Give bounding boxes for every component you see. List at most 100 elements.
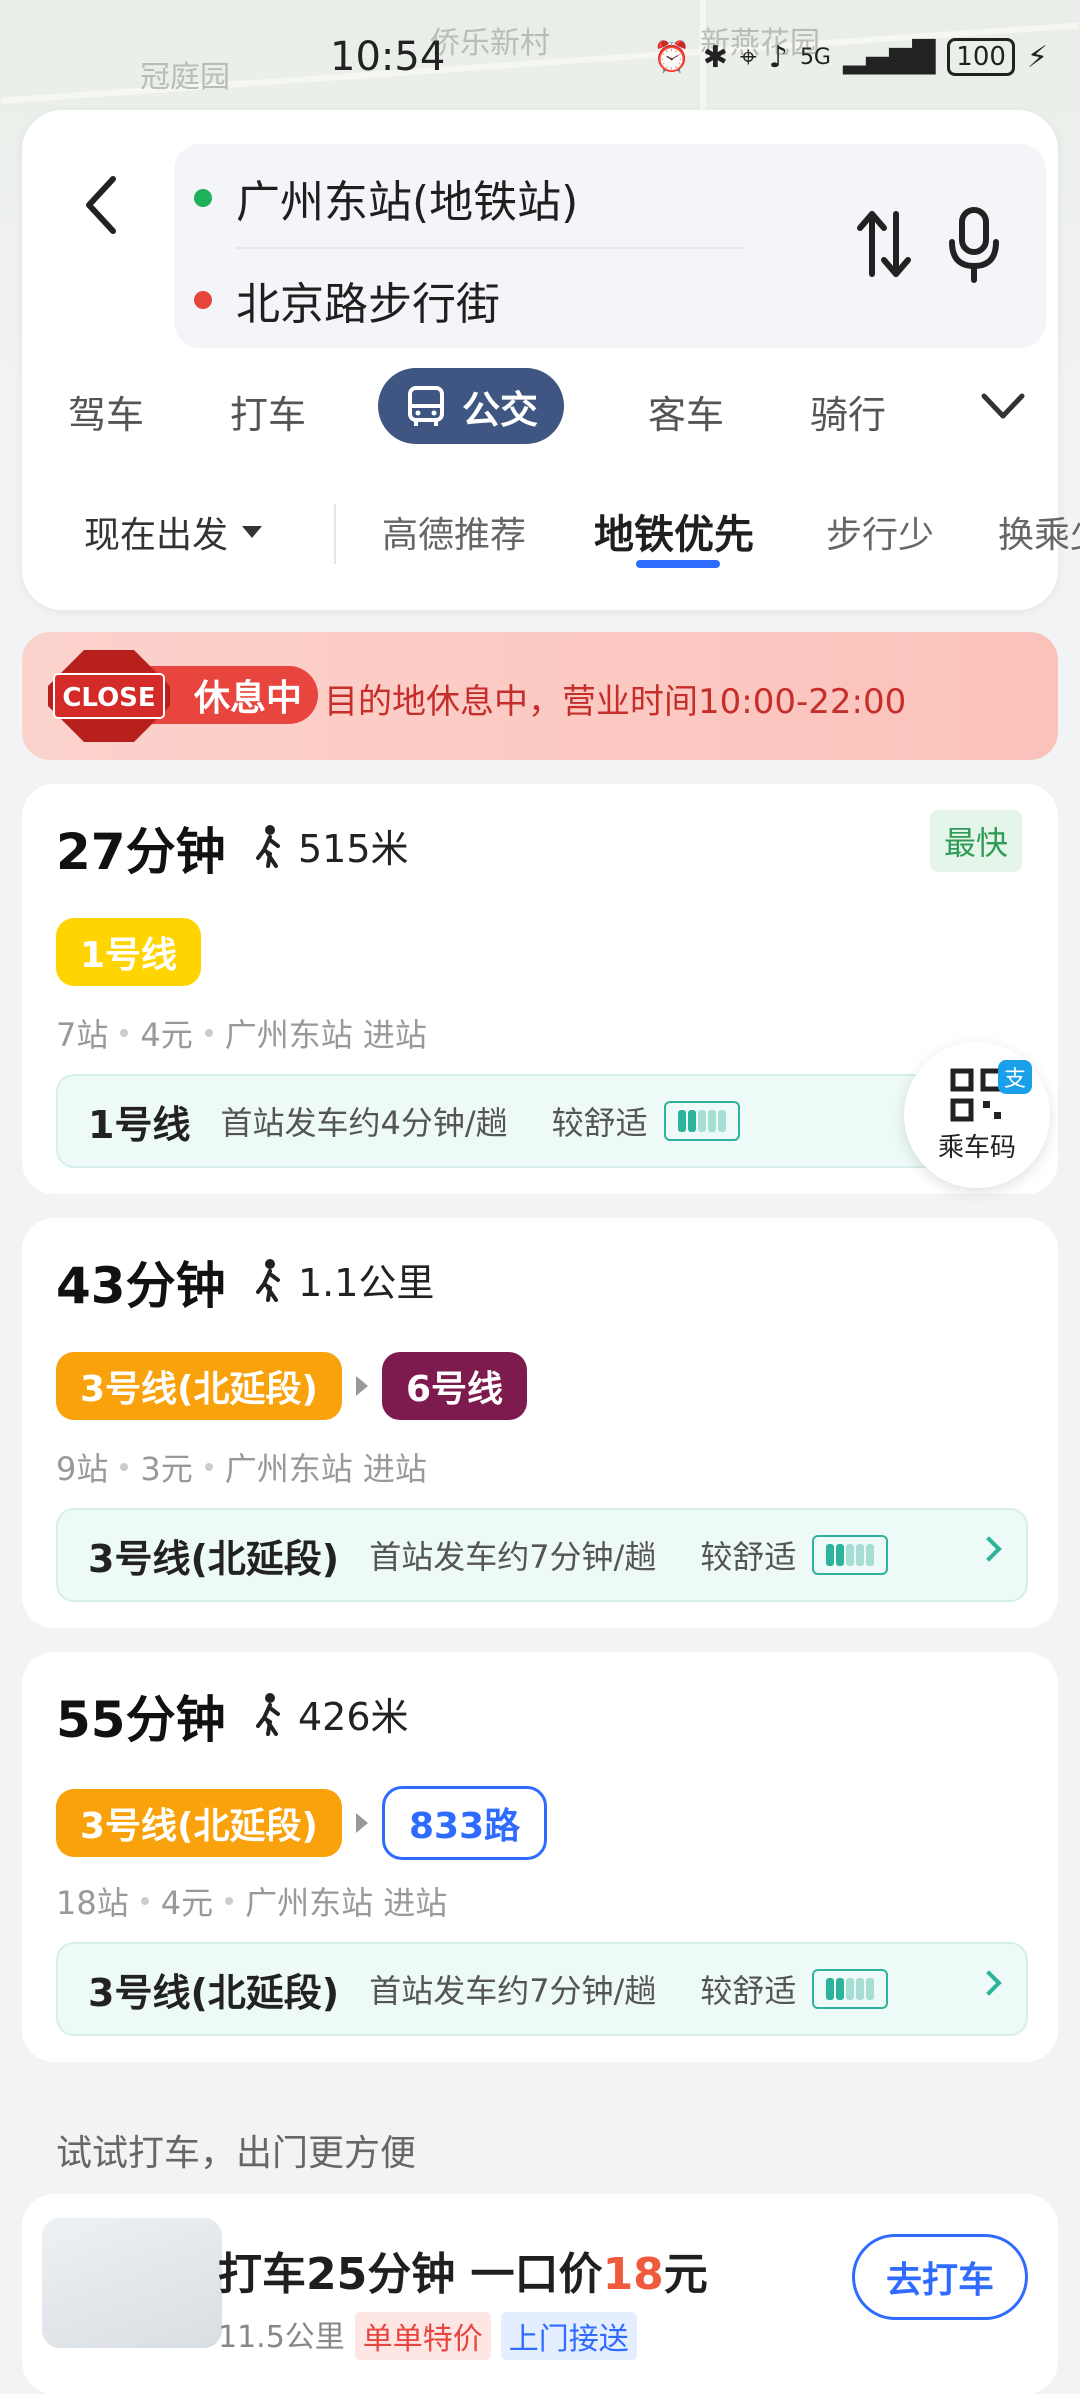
frequency: 首站发车约7分钟/趟	[369, 1972, 657, 2010]
swap-icon[interactable]	[854, 204, 914, 284]
route-option-card[interactable]: 55分钟 426米 3号线(北延段) 833路 18站 4元 广州东站 进站 3…	[22, 1652, 1058, 2062]
station-count: 7站	[56, 1016, 109, 1054]
taxi-subinfo: 11.5公里 单单特价 上门接送	[218, 2312, 637, 2360]
line-chips: 1号线	[56, 918, 202, 986]
tab-bike[interactable]: 骑行	[810, 384, 886, 439]
line-chip: 6号线	[381, 1352, 528, 1420]
origin-field[interactable]: 广州东站(地铁站)	[194, 166, 578, 230]
closed-status-label: 休息中	[194, 678, 303, 719]
filter-recommended[interactable]: 高德推荐	[382, 506, 526, 558]
closed-message: 目的地休息中，营业时间10:00-22:00	[324, 682, 907, 722]
route-option-card[interactable]: 43分钟 1.1公里 3号线(北延段) 6号线 9站 3元 广州东站 进站 3号…	[22, 1218, 1058, 1628]
fare: 3元	[140, 1450, 193, 1488]
active-filter-indicator	[636, 560, 720, 568]
route-duration: 55分钟	[56, 1691, 226, 1749]
line-chips: 3号线(北延段) 833路	[56, 1786, 548, 1860]
microphone-icon[interactable]	[944, 204, 1004, 284]
tab-taxi[interactable]: 打车	[230, 384, 306, 439]
divider	[236, 247, 746, 249]
entry-station: 广州东站 进站	[224, 1450, 427, 1488]
taxi-hint: 试试打车，出门更方便	[56, 2133, 417, 2174]
walking-icon	[256, 824, 280, 868]
entry-station: 广州东站 进站	[245, 1884, 448, 1922]
line-detail-row[interactable]: 1号线 首站发车约4分钟/趟 较舒适	[56, 1074, 1028, 1168]
chevron-left-icon	[86, 176, 116, 234]
entry-station: 广州东站 进站	[224, 1016, 427, 1054]
ride-qr-code-button[interactable]: 支 乘车码	[904, 1042, 1050, 1188]
detail-line-name: 1号线	[88, 1102, 191, 1147]
route-search-card: 广州东站(地铁站) 北京路步行街 驾车 打车 公交 客车 骑行 现在出发 高德推…	[22, 110, 1080, 610]
walking-icon	[256, 1692, 280, 1736]
filter-less-walking[interactable]: 步行少	[826, 506, 934, 558]
car-image	[42, 2218, 222, 2348]
transfer-arrow-icon	[355, 1813, 368, 1833]
close-sign-text: CLOSE	[62, 683, 155, 713]
bus-line-chip: 833路	[381, 1786, 548, 1860]
walk-distance: 426米	[252, 1686, 409, 1741]
line-chips: 3号线(北延段) 6号线	[56, 1352, 528, 1420]
qr-code-icon	[950, 1068, 1004, 1121]
origin-dot-icon	[194, 189, 212, 207]
status-time: 10:54	[330, 34, 446, 80]
route-duration: 43分钟	[56, 1257, 226, 1315]
taxi-title-text: 打车25分钟 一口价	[218, 2249, 603, 2300]
go-taxi-button[interactable]: 去打车	[852, 2234, 1028, 2320]
route-option-card[interactable]: 27分钟 515米 最快 1号线 7站 4元 广州东站 进站 1号线 首站发车约…	[22, 784, 1058, 1194]
detail-line-name: 3号线(北延段)	[88, 1536, 340, 1581]
alarm-icon: ⏰	[653, 39, 691, 75]
line-detail-row[interactable]: 3号线(北延段) 首站发车约7分钟/趟 较舒适	[56, 1508, 1028, 1602]
crowd-level-icon	[812, 1535, 889, 1575]
depart-time-dropdown[interactable]: 现在出发	[84, 506, 263, 558]
filter-fewer-transfers[interactable]: 换乘少	[998, 506, 1080, 558]
bluetooth-icon: ✱	[702, 39, 728, 75]
detail-line-name: 3号线(北延段)	[88, 1970, 340, 2015]
route-meta: 9站 3元 广州东站 进站	[56, 1444, 427, 1490]
depart-time-label: 现在出发	[84, 515, 229, 556]
qr-label: 乘车码	[937, 1132, 1016, 1163]
chevron-down-icon[interactable]	[978, 386, 1028, 426]
taxi-promo-card[interactable]: 打车25分钟 一口价18元 11.5公里 单单特价 上门接送 去打车	[22, 2194, 1058, 2394]
filter-subway-first[interactable]: 地铁优先	[594, 502, 754, 560]
route-input-box: 广州东站(地铁站) 北京路步行街	[174, 144, 1046, 348]
walk-distance-value: 426米	[298, 1695, 409, 1739]
walk-distance-value: 515米	[298, 827, 409, 871]
crowd-level-icon	[663, 1101, 740, 1141]
tab-coach[interactable]: 客车	[648, 384, 724, 439]
station-count: 9站	[56, 1450, 109, 1488]
walking-icon	[256, 1258, 280, 1302]
transfer-arrow-icon	[355, 1376, 368, 1396]
route-duration: 27分钟	[56, 823, 226, 881]
route-meta: 18站 4元 广州东站 进站	[56, 1878, 447, 1924]
tab-transit-label: 公交	[462, 387, 539, 432]
transport-mode-tabs: 驾车 打车 公交 客车 骑行	[22, 368, 1058, 446]
special-price-tag: 单单特价	[354, 2312, 491, 2360]
line-chip: 3号线(北延段)	[56, 1789, 342, 1857]
destination-closed-banner[interactable]: 休息中 CLOSE 目的地休息中，营业时间10:00-22:00	[22, 632, 1058, 760]
taxi-title: 打车25分钟 一口价18元	[218, 2238, 708, 2302]
chevron-right-icon	[976, 1536, 1002, 1562]
taxi-price-unit: 元	[663, 2249, 708, 2300]
battery-indicator: 100	[947, 38, 1015, 76]
line-detail-row[interactable]: 3号线(北延段) 首站发车约7分钟/趟 较舒适	[56, 1942, 1028, 2036]
network-label: 5G	[799, 44, 831, 70]
destination-field[interactable]: 北京路步行街	[194, 268, 500, 332]
walk-distance: 515米	[252, 818, 409, 873]
walk-distance-value: 1.1公里	[298, 1261, 435, 1305]
pickup-tag: 上门接送	[500, 2312, 637, 2360]
back-button[interactable]	[66, 150, 136, 260]
signal-icon: ▂▄▆█	[842, 39, 936, 75]
fare: 4元	[140, 1016, 193, 1054]
caret-down-icon	[242, 526, 263, 538]
frequency: 首站发车约4分钟/趟	[220, 1104, 508, 1142]
walk-distance: 1.1公里	[252, 1252, 434, 1307]
mic-status-icon: ♪	[768, 39, 788, 75]
charging-icon: ⚡	[1026, 39, 1048, 75]
frequency: 首站发车约7分钟/趟	[369, 1538, 657, 1576]
crowd-level-icon	[812, 1969, 889, 2009]
tab-drive[interactable]: 驾车	[68, 384, 144, 439]
tab-transit[interactable]: 公交	[378, 368, 565, 444]
comfort-level: 较舒适	[551, 1104, 648, 1142]
fare: 4元	[160, 1884, 214, 1922]
status-bar: 10:54 ⏰ ✱ ⌖ ♪ 5G ▂▄▆█ 100 ⚡	[0, 0, 1080, 110]
chevron-right-icon	[976, 1970, 1002, 1996]
